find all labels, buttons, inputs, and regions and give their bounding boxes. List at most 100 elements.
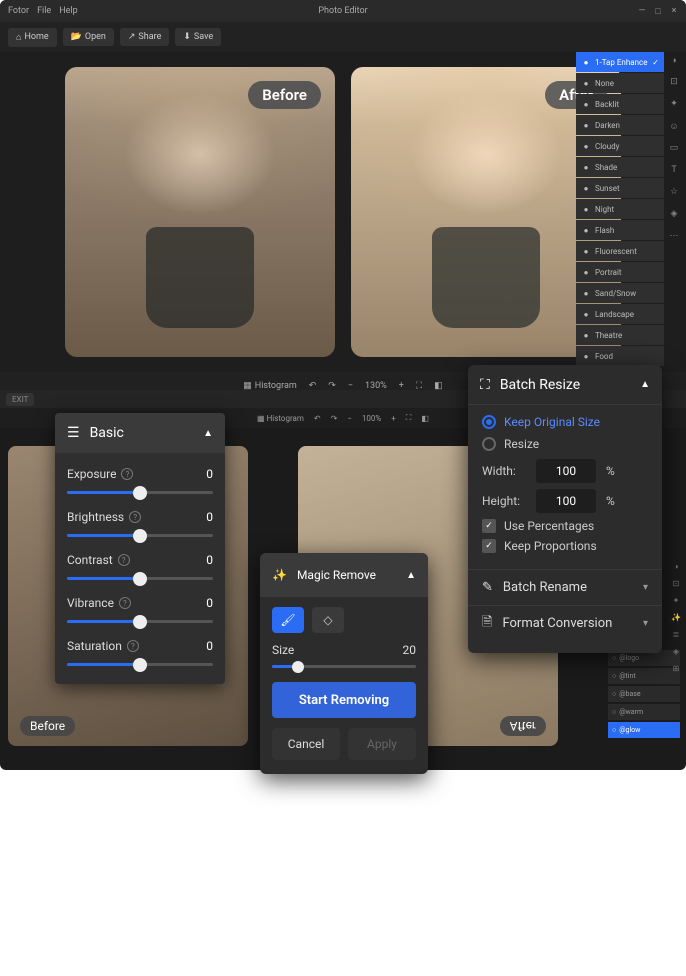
preset-cloudy[interactable]: ●Cloudy <box>576 136 664 156</box>
effects-icon[interactable]: ✦ <box>666 96 682 112</box>
sec-adjust-icon[interactable]: ◑ <box>670 560 682 572</box>
format-conversion-row[interactable]: 🗎 Format Conversion ▾ <box>468 605 662 641</box>
preset-icon: ● <box>581 78 591 88</box>
slider-track[interactable] <box>67 620 213 623</box>
preset-icon: ● <box>581 120 591 130</box>
home-button[interactable]: ⌂Home <box>8 28 57 47</box>
crop-icon[interactable]: ⊡ <box>666 74 682 90</box>
size-slider[interactable] <box>272 665 416 668</box>
preset-food[interactable]: ●Food <box>576 346 664 366</box>
brush-tool[interactable]: 🖌 <box>272 607 304 633</box>
share-icon: ↗ <box>128 32 136 42</box>
preset-backlit[interactable]: ●Backlit <box>576 94 664 114</box>
batch-rename-row[interactable]: ✎ Batch Rename ▾ <box>468 569 662 605</box>
help-icon[interactable]: ? <box>127 640 139 652</box>
zoom-out-icon-2[interactable]: − <box>347 414 352 423</box>
chevron-up-icon: ▲ <box>203 428 213 439</box>
width-input[interactable]: 100 <box>536 459 596 483</box>
preset-1-tap-enhance[interactable]: ●1-Tap Enhance✓ <box>576 52 664 72</box>
eraser-tool[interactable]: ◇ <box>312 607 344 633</box>
preset-sand-snow[interactable]: ●Sand/Snow <box>576 283 664 303</box>
slider-track[interactable] <box>67 577 213 580</box>
use-percentages-checkbox[interactable]: Use Percentages <box>482 519 648 533</box>
menu-help[interactable]: Help <box>59 6 77 16</box>
adjust-icon[interactable]: ◑ <box>666 52 682 68</box>
checkbox-checked-icon <box>482 519 496 533</box>
help-icon[interactable]: ? <box>129 511 141 523</box>
sec-preset-item[interactable]: ○@base <box>608 686 680 702</box>
preset-sunset[interactable]: ●Sunset <box>576 178 664 198</box>
text-icon[interactable]: T <box>666 162 682 178</box>
slider-track[interactable] <box>67 663 213 666</box>
slider-track[interactable] <box>67 534 213 537</box>
redo-icon-2[interactable]: ↷ <box>331 414 338 423</box>
cancel-button[interactable]: Cancel <box>272 728 340 760</box>
preset-icon: ● <box>581 246 591 256</box>
magic-panel-header[interactable]: ✨ Magic Remove ▲ <box>260 553 428 597</box>
preset-icon: ● <box>581 57 591 67</box>
slider-exposure: Exposure?0 <box>55 453 225 494</box>
help-icon[interactable]: ? <box>119 597 131 609</box>
help-icon[interactable]: ? <box>121 468 133 480</box>
preset-portrait[interactable]: ●Portrait <box>576 262 664 282</box>
share-button[interactable]: ↗Share <box>120 28 169 46</box>
sec-ai-icon[interactable]: ✨ <box>670 611 682 623</box>
slider-thumb[interactable] <box>133 658 147 672</box>
exit-button[interactable]: EXIT <box>6 393 34 406</box>
keep-proportions-checkbox[interactable]: Keep Proportions <box>482 539 648 553</box>
save-button[interactable]: ⬇Save <box>175 28 221 46</box>
preset-flash[interactable]: ●Flash <box>576 220 664 240</box>
apply-button[interactable]: Apply <box>348 728 416 760</box>
slider-thumb[interactable] <box>133 572 147 586</box>
preset-shade[interactable]: ●Shade <box>576 157 664 177</box>
slider-track[interactable] <box>67 491 213 494</box>
pencil-icon: ✎ <box>482 580 493 595</box>
sec-effects-icon[interactable]: ✦ <box>670 594 682 606</box>
elements-icon[interactable]: ◈ <box>666 206 682 222</box>
batch-resize-header[interactable]: ⛶ Batch Resize ▲ <box>468 365 662 405</box>
resize-radio[interactable]: Resize <box>482 437 648 451</box>
sec-crop-icon[interactable]: ⊡ <box>670 577 682 589</box>
sec-preset-item[interactable]: ○@glow <box>608 722 680 738</box>
slider-thumb[interactable] <box>133 529 147 543</box>
maximize-icon[interactable]: □ <box>652 5 664 17</box>
compare-icon-2[interactable]: ◧ <box>421 414 429 423</box>
slider-value: 0 <box>206 510 213 524</box>
more-icon[interactable]: ⋯ <box>666 228 682 244</box>
sec-preset-item[interactable]: ○@warm <box>608 704 680 720</box>
sec-layers-icon[interactable]: ≣ <box>670 628 682 640</box>
basic-panel-header[interactable]: ☰ Basic ▲ <box>55 413 225 453</box>
histogram-toggle-2[interactable]: ▦ Histogram <box>257 414 304 423</box>
radio-unchecked-icon <box>482 437 496 451</box>
preset-fluorescent[interactable]: ●Fluorescent <box>576 241 664 261</box>
menu-file[interactable]: File <box>37 6 51 16</box>
sec-batch-icon[interactable]: ⊞ <box>670 662 682 674</box>
slider-saturation: Saturation?0 <box>55 625 225 666</box>
preset-none[interactable]: ●None <box>576 73 664 93</box>
keep-original-radio[interactable]: Keep Original Size <box>482 415 648 429</box>
preset-icon: ○ <box>612 726 616 734</box>
fit-icon-2[interactable]: ⛶ <box>406 413 412 423</box>
height-input[interactable]: 100 <box>536 489 596 513</box>
preset-icon: ○ <box>612 654 616 662</box>
undo-icon-2[interactable]: ↶ <box>314 414 321 423</box>
preset-theatre[interactable]: ●Theatre <box>576 325 664 345</box>
sec-elements-icon[interactable]: ◈ <box>670 645 682 657</box>
preset-landscape[interactable]: ●Landscape <box>576 304 664 324</box>
help-icon[interactable]: ? <box>118 554 130 566</box>
close-icon[interactable]: × <box>668 5 680 17</box>
frames-icon[interactable]: ▭ <box>666 140 682 156</box>
start-removing-button[interactable]: Start Removing <box>272 682 416 718</box>
preset-icon: ● <box>581 288 591 298</box>
size-thumb[interactable] <box>292 661 304 673</box>
preset-darken[interactable]: ●Darken <box>576 115 664 135</box>
zoom-in-icon-2[interactable]: + <box>391 414 396 423</box>
open-button[interactable]: 📂Open <box>63 28 114 46</box>
stickers-icon[interactable]: ☆ <box>666 184 682 200</box>
slider-thumb[interactable] <box>133 486 147 500</box>
preset-night[interactable]: ●Night <box>576 199 664 219</box>
beauty-icon[interactable]: ☺ <box>666 118 682 134</box>
minimize-icon[interactable]: — <box>636 5 648 17</box>
zoom-value-2: 100% <box>362 414 381 423</box>
slider-thumb[interactable] <box>133 615 147 629</box>
